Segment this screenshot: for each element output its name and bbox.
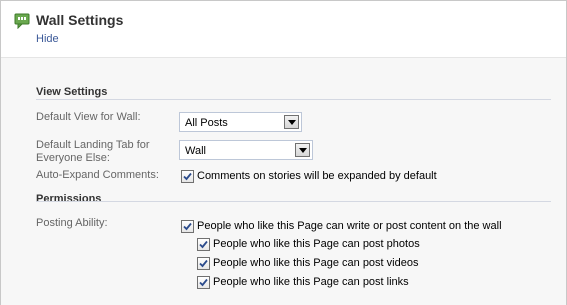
landing-tab-label-line1: Default Landing Tab for	[36, 139, 150, 151]
dropdown-arrow-icon[interactable]	[284, 115, 299, 129]
auto-expand-label: Auto-Expand Comments:	[36, 169, 159, 181]
settings-panel: View Settings Default View for Wall: All…	[1, 57, 566, 305]
post-videos-checkbox-row: People who like this Page can post video…	[197, 257, 427, 271]
permissions-heading: Permissions	[36, 193, 102, 205]
posting-main-checkbox-label: People who like this Page can write or p…	[197, 220, 502, 232]
landing-tab-label-line2: Everyone Else:	[36, 152, 110, 164]
default-view-value: All Posts	[185, 117, 228, 129]
post-videos-checkbox-label: People who like this Page can post video…	[213, 257, 419, 269]
post-photos-checkbox-label: People who like this Page can post photo…	[213, 238, 420, 250]
post-videos-checkbox[interactable]	[197, 257, 210, 270]
posting-main-checkbox-row: People who like this Page can write or p…	[181, 220, 511, 234]
landing-tab-select[interactable]: Wall	[179, 140, 313, 160]
default-view-select[interactable]: All Posts	[179, 112, 302, 132]
auto-expand-checkbox[interactable]	[181, 170, 194, 183]
wall-settings-dialog: Wall Settings Hide View Settings Default…	[0, 0, 567, 305]
post-photos-checkbox-row: People who like this Page can post photo…	[197, 238, 427, 252]
posting-ability-label: Posting Ability:	[36, 217, 108, 229]
post-photos-checkbox[interactable]	[197, 238, 210, 251]
default-view-label: Default View for Wall:	[36, 111, 141, 123]
view-settings-heading: View Settings	[36, 86, 108, 98]
page-title: Wall Settings	[36, 12, 124, 28]
posting-main-checkbox[interactable]	[181, 220, 194, 233]
wall-speech-bubble-icon	[14, 13, 30, 30]
auto-expand-checkbox-label: Comments on stories will be expanded by …	[197, 170, 437, 182]
hide-link[interactable]: Hide	[36, 33, 59, 45]
auto-expand-checkbox-row: Comments on stories will be expanded by …	[181, 170, 441, 184]
section-divider	[36, 99, 551, 100]
post-links-checkbox-row: People who like this Page can post links	[197, 276, 427, 290]
post-links-checkbox-label: People who like this Page can post links	[213, 276, 409, 288]
dropdown-arrow-icon[interactable]	[295, 143, 310, 157]
landing-tab-value: Wall	[185, 145, 206, 157]
post-links-checkbox[interactable]	[197, 276, 210, 289]
dialog-header: Wall Settings Hide	[1, 1, 566, 49]
section-divider	[36, 201, 551, 202]
